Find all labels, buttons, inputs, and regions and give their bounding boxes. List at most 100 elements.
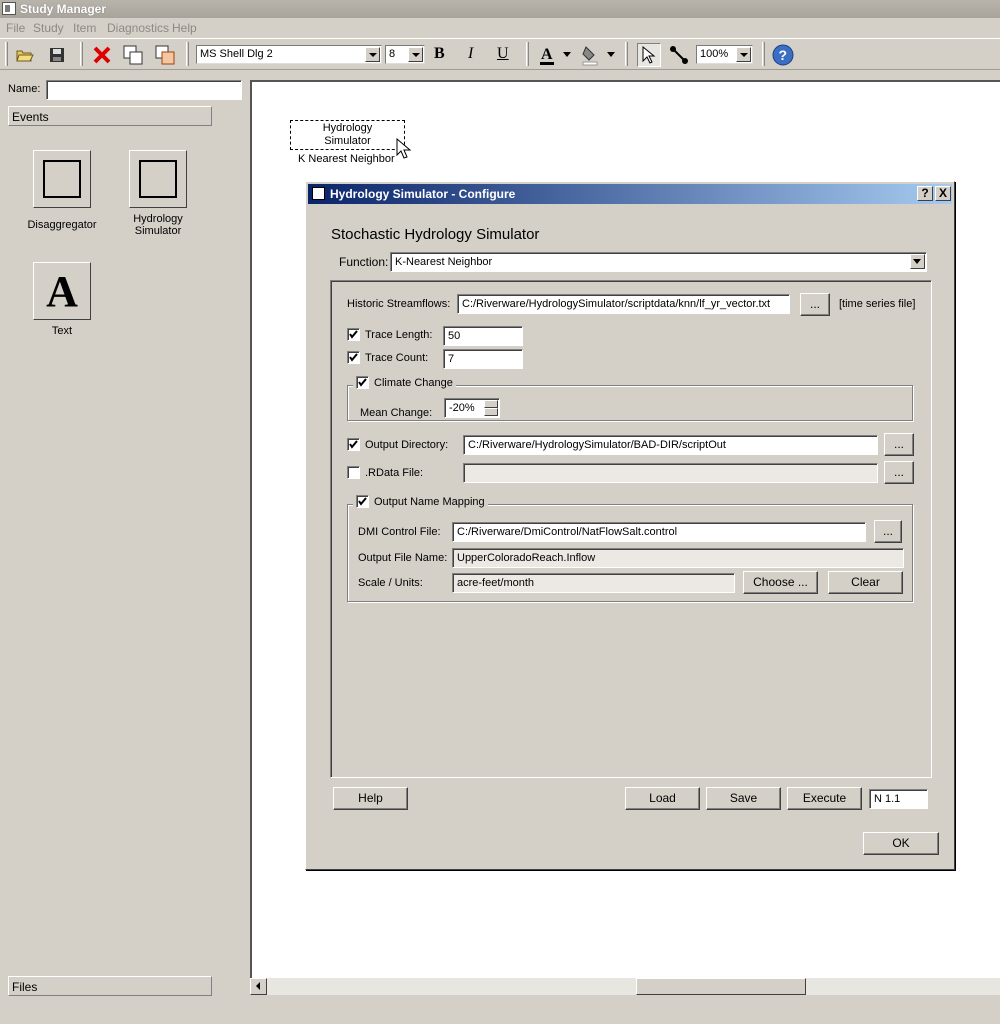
configure-dialog: Hydrology Simulator - Configure ? X Stoc… xyxy=(305,181,955,870)
toolbar-grip xyxy=(625,42,628,66)
canvas-node-sublabel: K Nearest Neighbor xyxy=(298,153,395,165)
chevron-down-icon[interactable] xyxy=(365,47,380,62)
dialog-close-button[interactable]: X xyxy=(935,186,951,201)
dialog-title: Hydrology Simulator - Configure xyxy=(330,187,516,201)
save-button[interactable]: Save xyxy=(706,787,781,810)
toolbar-grip xyxy=(5,42,8,66)
events-header[interactable]: Events xyxy=(8,106,212,126)
bold-button[interactable]: B xyxy=(434,45,445,63)
scroll-thumb[interactable] xyxy=(636,978,806,995)
files-header[interactable]: Files xyxy=(8,976,212,996)
dmi-control-label: DMI Control File: xyxy=(358,526,441,538)
menu-diagnostics[interactable]: Diagnostics xyxy=(107,21,169,35)
zoom-value: 100% xyxy=(700,48,729,60)
pointer-icon[interactable] xyxy=(637,43,661,67)
dialog-titlebar: Hydrology Simulator - Configure ? X xyxy=(308,184,952,204)
paste-icon[interactable] xyxy=(153,43,177,67)
svg-text:?: ? xyxy=(779,47,788,63)
palette-hydrology-simulator[interactable] xyxy=(129,150,187,208)
menu-help[interactable]: Help xyxy=(172,21,197,35)
climate-change-legend: Climate Change xyxy=(353,376,456,389)
connector-icon[interactable] xyxy=(667,43,691,67)
horizontal-scrollbar[interactable] xyxy=(250,978,1000,995)
chevron-down-icon[interactable] xyxy=(408,47,423,62)
dialog-heading: Stochastic Hydrology Simulator xyxy=(331,226,540,243)
settings-panel: Historic Streamflows: C:/Riverware/Hydro… xyxy=(330,280,932,778)
open-folder-icon[interactable] xyxy=(13,43,37,67)
underline-button[interactable]: U xyxy=(497,45,509,63)
function-label: Function: xyxy=(339,255,389,269)
window-title: Study Manager xyxy=(20,2,107,16)
spin-down-icon[interactable] xyxy=(484,408,498,416)
rdata-browse-button[interactable]: ... xyxy=(884,461,914,484)
scale-units-label: Scale / Units: xyxy=(358,577,423,589)
canvas-node-hydrology-simulator[interactable]: Hydrology Simulator xyxy=(290,120,405,150)
scale-units-input[interactable]: acre-feet/month xyxy=(452,573,735,593)
chevron-down-icon[interactable] xyxy=(736,47,751,62)
save-icon[interactable] xyxy=(45,43,69,67)
dialog-window-icon xyxy=(312,187,325,200)
name-input[interactable] xyxy=(46,80,242,100)
load-button[interactable]: Load xyxy=(625,787,700,810)
trace-length-checkbox[interactable] xyxy=(347,328,360,341)
help-icon[interactable]: ? xyxy=(771,43,795,67)
text-color-icon[interactable]: A xyxy=(536,43,560,67)
trace-count-input[interactable]: 7 xyxy=(443,349,523,369)
trace-count-checkbox[interactable] xyxy=(347,351,360,364)
rdata-input[interactable] xyxy=(463,463,878,483)
mean-change-spinbox[interactable]: -20% xyxy=(444,398,500,418)
copy-icon[interactable] xyxy=(121,43,145,67)
zoom-select[interactable]: 100% xyxy=(696,45,753,64)
box-icon xyxy=(43,160,81,198)
output-name-mapping-legend: Output Name Mapping xyxy=(353,495,488,508)
historic-note: [time series file] xyxy=(839,298,916,310)
output-directory-checkbox[interactable] xyxy=(347,438,360,451)
spin-up-icon[interactable] xyxy=(484,400,498,408)
clear-units-button[interactable]: Clear xyxy=(828,571,903,594)
toolbar: MS Shell Dlg 2 8 B I U A 100% ? xyxy=(0,38,1000,70)
italic-button[interactable]: I xyxy=(468,45,473,63)
dmi-control-input[interactable]: C:/Riverware/DmiControl/NatFlowSalt.cont… xyxy=(452,522,866,542)
output-directory-label: Output Directory: xyxy=(365,439,449,451)
mouse-cursor-icon xyxy=(396,137,412,163)
historic-label: Historic Streamflows: xyxy=(347,298,451,310)
climate-change-checkbox[interactable] xyxy=(356,376,369,389)
chevron-down-icon[interactable] xyxy=(560,43,574,67)
choose-units-button[interactable]: Choose ... xyxy=(743,571,818,594)
execute-button[interactable]: Execute xyxy=(787,787,862,810)
scroll-left-button[interactable] xyxy=(250,978,267,995)
trace-length-label: Trace Length: xyxy=(365,329,433,341)
context-help-button[interactable]: ? xyxy=(917,186,933,201)
version-field[interactable]: N 1.1 xyxy=(869,789,928,809)
climate-change-group: Mean Change: -20% xyxy=(347,385,913,421)
historic-input[interactable]: C:/Riverware/HydrologySimulator/scriptda… xyxy=(457,294,790,314)
historic-browse-button[interactable]: ... xyxy=(800,293,830,316)
font-select[interactable]: MS Shell Dlg 2 xyxy=(196,45,382,64)
output-name-mapping-checkbox[interactable] xyxy=(356,495,369,508)
app-icon xyxy=(2,2,16,15)
palette-text[interactable]: A xyxy=(33,262,91,320)
dmi-control-browse-button[interactable]: ... xyxy=(874,520,902,543)
ok-button[interactable]: OK xyxy=(863,832,939,855)
menu-study[interactable]: Study xyxy=(33,21,64,35)
font-size-select[interactable]: 8 xyxy=(385,45,425,64)
output-file-name-input[interactable]: UpperColoradoReach.Inflow xyxy=(452,548,904,568)
chevron-down-icon[interactable] xyxy=(910,254,925,269)
menu-item[interactable]: Item xyxy=(73,21,96,35)
rdata-checkbox[interactable] xyxy=(347,466,360,479)
output-directory-input[interactable]: C:/Riverware/HydrologySimulator/BAD-DIR/… xyxy=(463,435,878,455)
chevron-down-icon[interactable] xyxy=(604,43,618,67)
palette-disaggregator[interactable] xyxy=(33,150,91,208)
palette-text-label: Text xyxy=(51,325,73,337)
mean-change-label: Mean Change: xyxy=(360,407,433,419)
help-button[interactable]: Help xyxy=(333,787,408,810)
toolbar-grip xyxy=(526,42,529,66)
trace-count-label: Trace Count: xyxy=(365,352,429,364)
menu-file[interactable]: File xyxy=(6,21,25,35)
output-directory-browse-button[interactable]: ... xyxy=(884,433,914,456)
delete-icon[interactable] xyxy=(90,43,114,67)
function-select[interactable]: K-Nearest Neighbor xyxy=(390,252,927,272)
fill-color-icon[interactable] xyxy=(579,43,603,67)
name-label: Name: xyxy=(8,83,41,95)
trace-length-input[interactable]: 50 xyxy=(443,326,523,346)
